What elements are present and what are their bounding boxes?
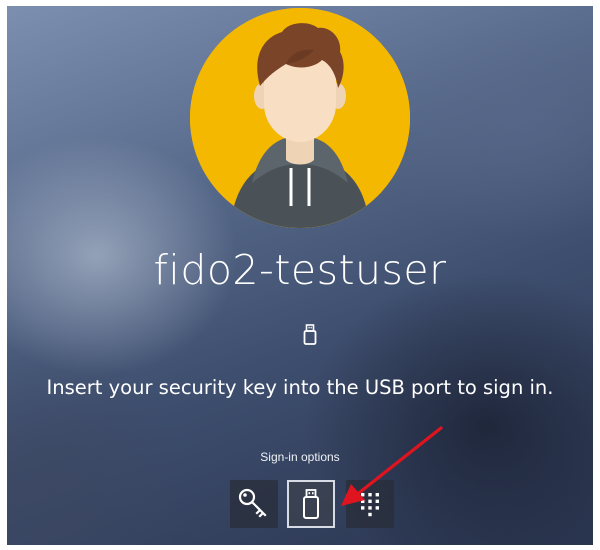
usb-security-key-icon [303,489,319,519]
user-avatar [190,8,410,228]
screenshot-frame: fido2-testuser Insert your security key … [0,0,600,550]
avatar-illustration [190,8,410,228]
red-annotation-arrow [341,426,443,506]
username-label: fido2-testuser [153,246,447,294]
security-key-instruction: Insert your security key into the USB po… [46,376,554,399]
sign-in-options-label: Sign-in options [260,450,340,464]
key-sign-in-option-button[interactable] [230,480,278,528]
lock-screen: fido2-testuser Insert your security key … [7,6,593,545]
key-icon [238,488,267,518]
security-key-sign-in-option-button[interactable] [287,480,335,528]
usb-key-status-icon [303,324,317,346]
